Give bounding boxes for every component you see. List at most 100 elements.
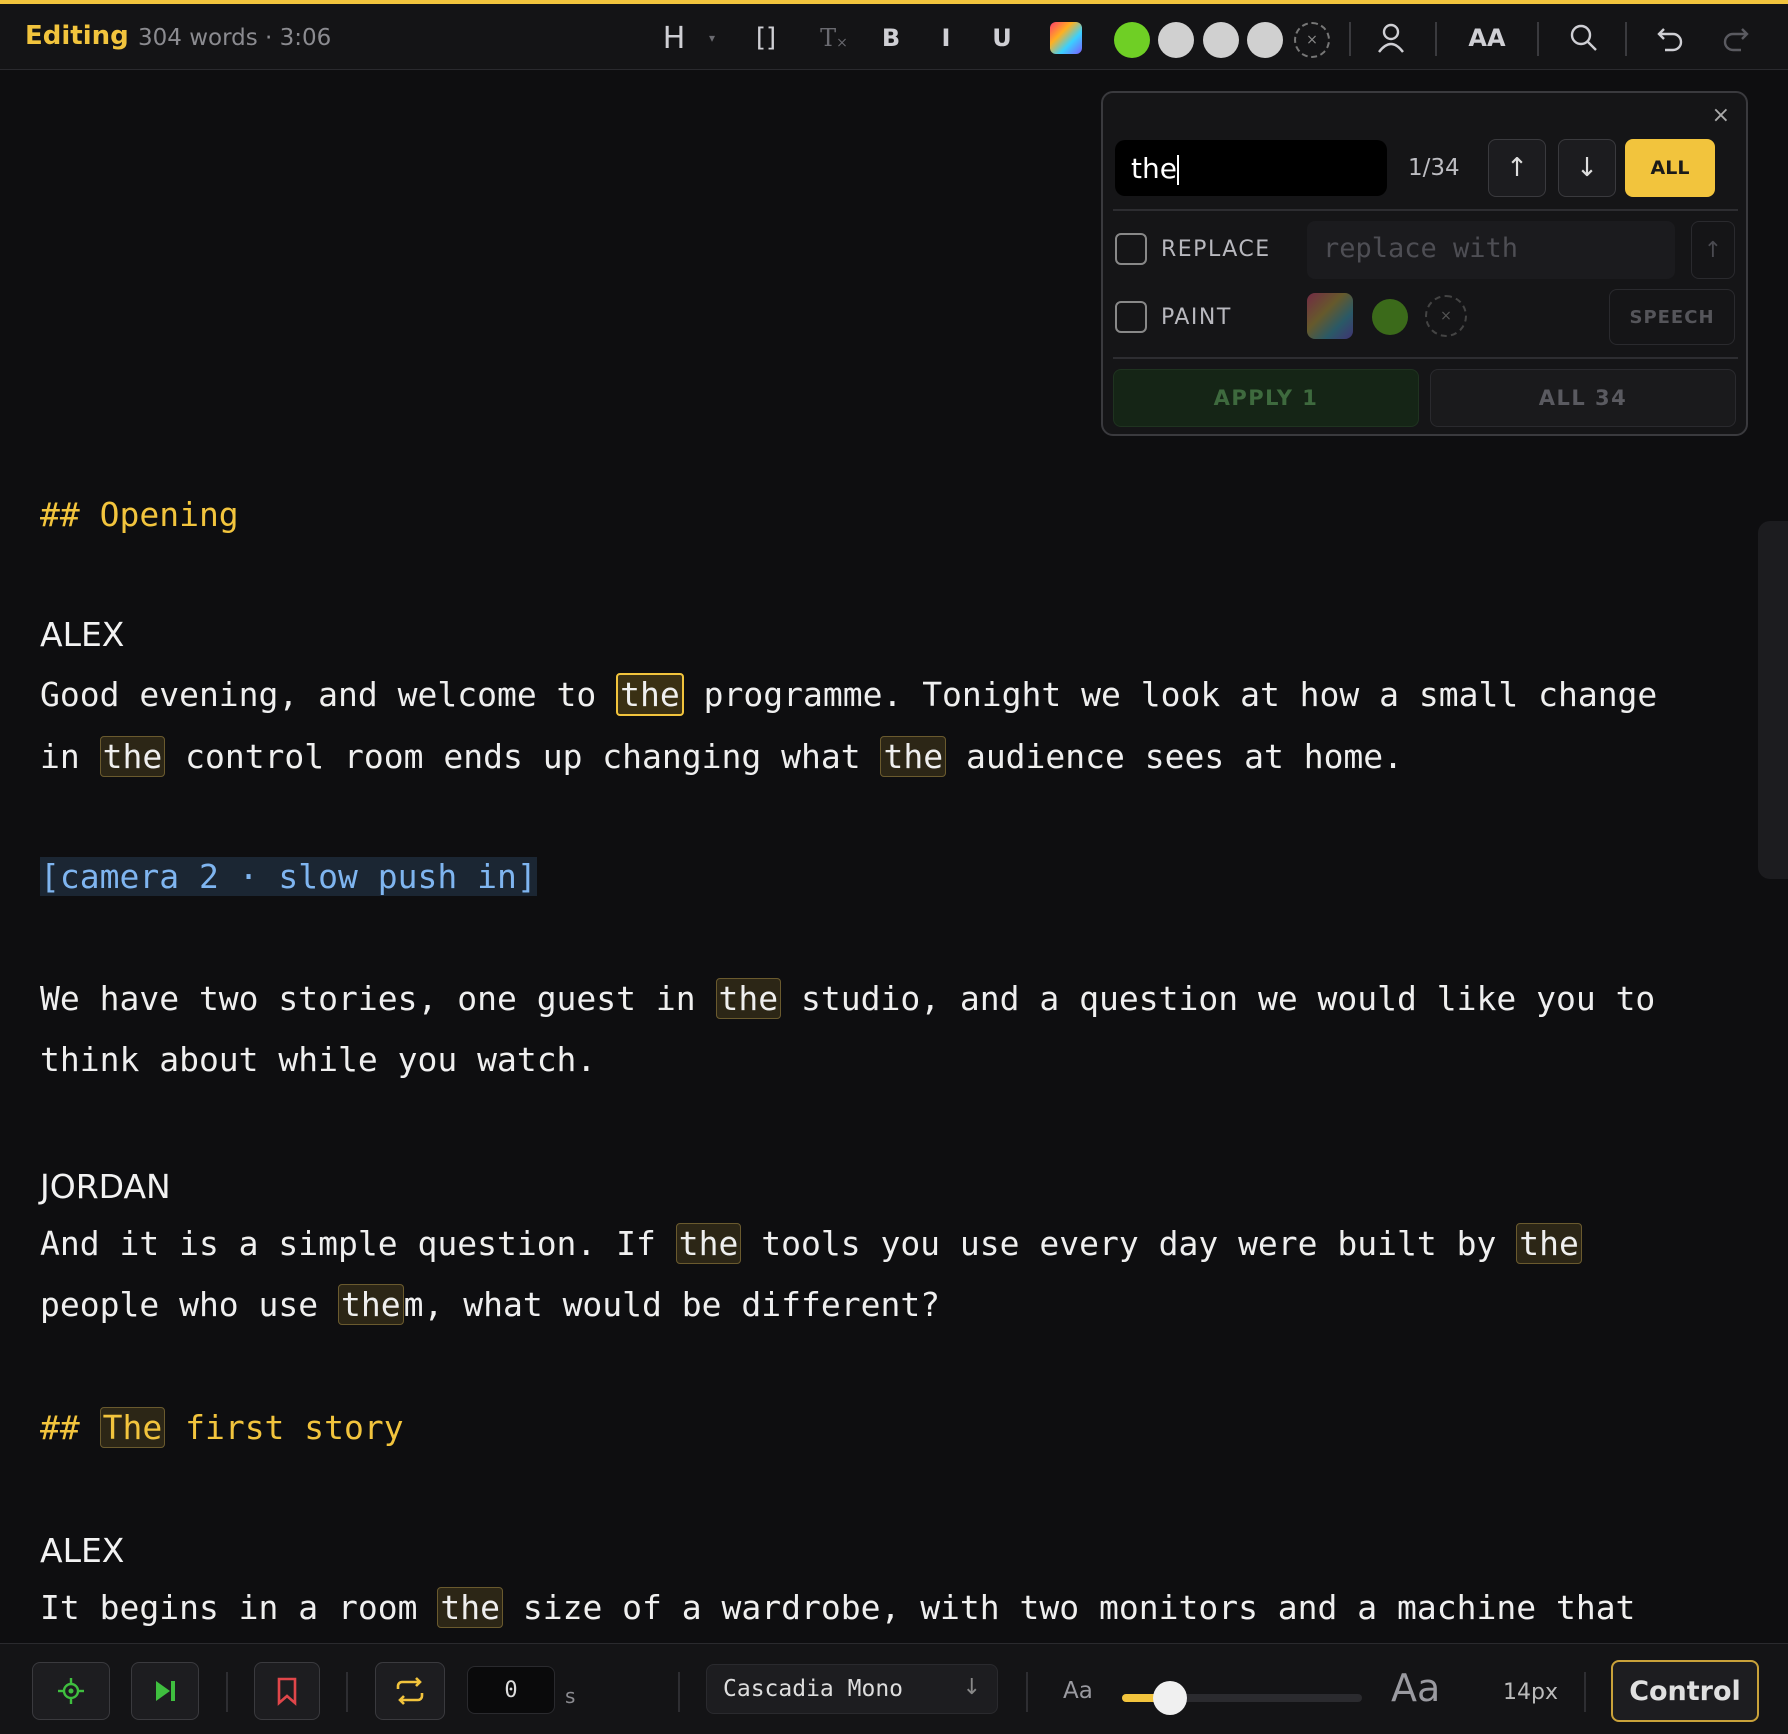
clear-format-button[interactable]: T × xyxy=(814,18,854,58)
heading-button[interactable]: H xyxy=(656,18,692,58)
text-caret xyxy=(1176,155,1179,185)
clear-color-x-icon: × xyxy=(1306,32,1318,48)
play-next-button[interactable] xyxy=(131,1662,199,1720)
select-all-matches-button[interactable]: ALL xyxy=(1625,139,1715,197)
dialogue-line: We have two stories, one guest in the st… xyxy=(40,978,1656,1019)
bottom-toolbar: 0 s Cascadia Mono ↓ Aa Aa 14px Control xyxy=(0,1643,1788,1734)
color-dot-grey-1[interactable] xyxy=(1158,22,1194,58)
redo-button[interactable] xyxy=(1718,18,1754,58)
text-case-button[interactable]: AA xyxy=(1462,18,1512,58)
bookmark-icon xyxy=(277,1677,297,1706)
italic-button[interactable]: I xyxy=(932,18,960,58)
font-size-small-icon: Aa xyxy=(1063,1678,1093,1704)
font-size-large-icon: Aa xyxy=(1391,1666,1441,1710)
dialogue-line: think about while you watch. xyxy=(40,1040,597,1079)
paint-label: PAINT xyxy=(1161,305,1232,330)
bookmark-button[interactable] xyxy=(254,1662,320,1720)
paint-rainbow-swatch[interactable] xyxy=(1307,293,1353,339)
close-find-button[interactable]: × xyxy=(1712,103,1730,128)
find-replace-panel: × the 1/34 ↑ ↓ ALL REPLACE replace with … xyxy=(1101,91,1748,436)
loop-icon xyxy=(396,1677,424,1705)
bottom-divider xyxy=(678,1672,680,1712)
editor-scrollbar[interactable] xyxy=(1758,521,1788,879)
color-dot-grey-2[interactable] xyxy=(1203,22,1239,58)
search-match: the xyxy=(99,736,166,777)
dialogue-line: Good evening, and welcome to the program… xyxy=(40,673,1658,716)
next-match-button[interactable]: ↓ xyxy=(1558,139,1616,197)
arrow-down-icon: ↓ xyxy=(1576,153,1598,183)
speaker-name: ALEX xyxy=(40,1531,125,1570)
paint-green-dot[interactable] xyxy=(1372,299,1408,335)
color-picker-button[interactable] xyxy=(1049,18,1083,58)
color-dot-grey-3[interactable] xyxy=(1247,22,1283,58)
font-size-slider[interactable] xyxy=(1122,1681,1362,1715)
underline-button[interactable]: U xyxy=(986,18,1018,58)
arrow-up-icon: ↑ xyxy=(1506,153,1528,183)
control-mode-button[interactable]: Control xyxy=(1611,1660,1759,1722)
clear-format-icon: T xyxy=(820,24,837,52)
replace-input[interactable]: replace with xyxy=(1307,221,1675,279)
dialogue-line: And it is a simple question. If the tool… xyxy=(40,1223,1582,1264)
bottom-divider xyxy=(1026,1672,1028,1712)
speech-toggle-button[interactable]: SPEECH xyxy=(1609,289,1735,345)
font-family-select[interactable]: Cascadia Mono ↓ xyxy=(706,1664,998,1714)
toolbar-divider xyxy=(1349,22,1351,56)
replace-checkbox[interactable] xyxy=(1115,233,1147,265)
search-match: the xyxy=(675,1223,742,1264)
person-icon xyxy=(1378,23,1404,53)
redo-icon xyxy=(1723,28,1749,52)
speaker-button[interactable] xyxy=(1373,18,1409,58)
search-match: the xyxy=(880,736,947,777)
offset-seconds-input[interactable]: 0 xyxy=(467,1666,555,1714)
speaker-name: ALEX xyxy=(40,615,125,654)
clear-x-icon: × xyxy=(1440,308,1452,324)
search-match: the xyxy=(338,1284,404,1325)
match-counter: 1/34 xyxy=(1408,155,1460,181)
mode-label: Editing xyxy=(25,21,129,51)
clear-format-x-icon: × xyxy=(836,35,848,51)
offset-unit-label: s xyxy=(565,1684,576,1708)
heading-opening: ## Opening xyxy=(40,495,239,534)
locate-cursor-button[interactable] xyxy=(32,1662,110,1720)
replace-label: REPLACE xyxy=(1161,237,1271,262)
panel-divider xyxy=(1113,209,1738,211)
bracket-cue-button[interactable]: [] xyxy=(748,18,784,58)
apply-all-button[interactable]: ALL 34 xyxy=(1430,369,1736,427)
paint-checkbox[interactable] xyxy=(1115,301,1147,333)
find-input[interactable]: the xyxy=(1115,140,1387,196)
crosshair-icon xyxy=(58,1678,84,1704)
undo-button[interactable] xyxy=(1652,18,1688,58)
skip-forward-icon xyxy=(156,1681,175,1701)
dialogue-line: people who use them, what would be diffe… xyxy=(40,1284,941,1325)
undo-icon xyxy=(1657,28,1683,52)
previous-match-button[interactable]: ↑ xyxy=(1488,139,1546,197)
speaker-name: JORDAN xyxy=(40,1167,171,1206)
toolbar-divider xyxy=(1537,22,1539,56)
heading-first-story: ## The first story xyxy=(40,1407,404,1448)
search-match-current: the xyxy=(616,673,684,716)
toolbar-divider xyxy=(1435,22,1437,56)
panel-divider xyxy=(1113,357,1738,359)
replace-direction-button[interactable]: ↑ xyxy=(1691,221,1735,279)
camera-cue: [camera 2 · slow push in] xyxy=(40,857,537,896)
search-icon xyxy=(1570,24,1597,51)
font-name: Cascadia Mono xyxy=(723,1676,904,1702)
heading-dropdown-icon[interactable]: ▾ xyxy=(704,18,720,58)
bold-button[interactable]: B xyxy=(876,18,906,58)
arrow-up-icon: ↑ xyxy=(1703,237,1723,263)
clear-color-button[interactable]: × xyxy=(1294,22,1330,58)
apply-one-button[interactable]: APPLY 1 xyxy=(1113,369,1419,427)
search-match: the xyxy=(437,1587,503,1628)
rainbow-swatch-icon xyxy=(1050,22,1082,54)
bottom-divider xyxy=(226,1672,228,1712)
loop-button[interactable] xyxy=(375,1662,445,1720)
color-dot-green[interactable] xyxy=(1114,22,1150,58)
font-size-slider-knob[interactable] xyxy=(1153,1681,1187,1715)
search-match: The xyxy=(99,1407,166,1448)
top-toolbar: Editing 304 words · 3:06 H ▾ [] T × B I U… xyxy=(0,0,1788,70)
paint-clear-button[interactable]: × xyxy=(1425,295,1467,337)
search-match: the xyxy=(1516,1223,1582,1264)
word-count-stats: 304 words · 3:06 xyxy=(138,25,332,51)
search-button[interactable] xyxy=(1566,18,1602,58)
chevron-down-icon: ↓ xyxy=(962,1675,981,1700)
